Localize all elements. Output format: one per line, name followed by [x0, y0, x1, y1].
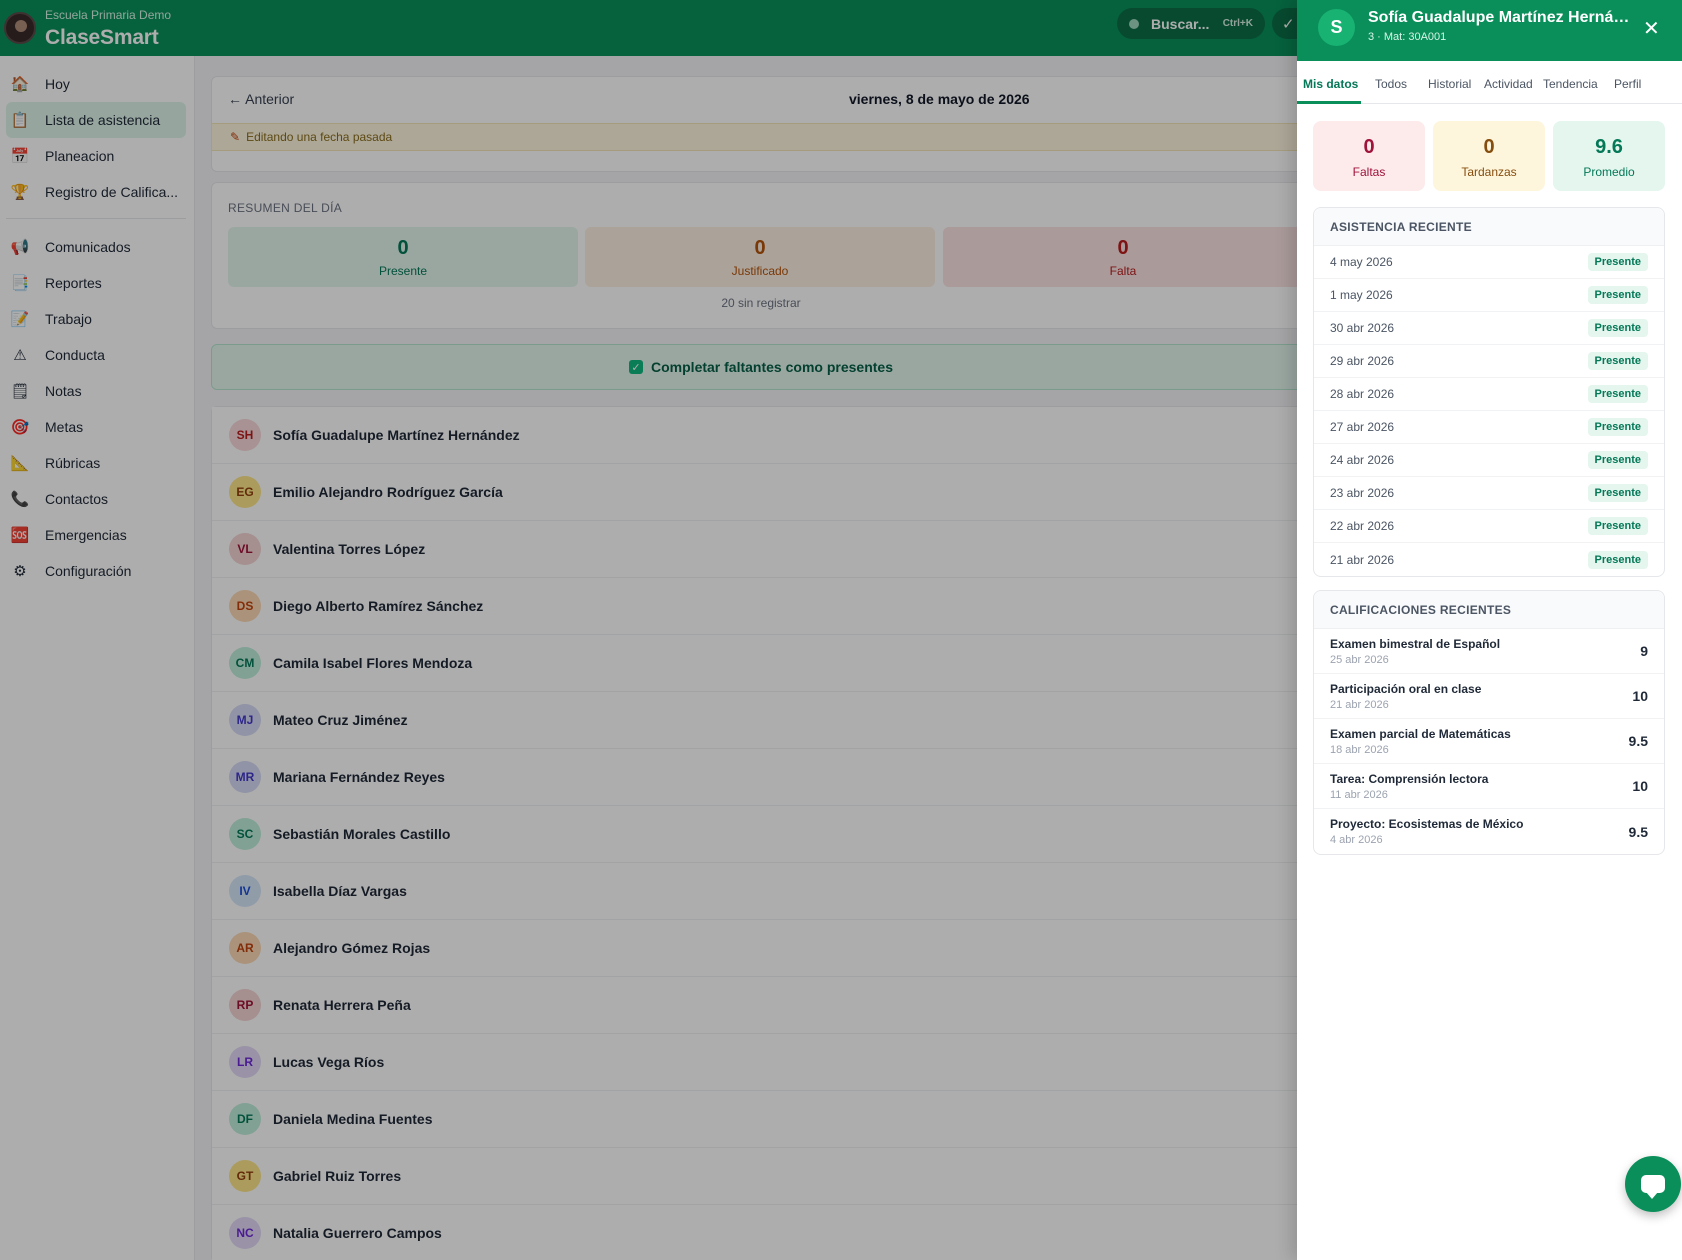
grade-row[interactable]: Participación oral en clase 21 abr 2026 10	[1314, 674, 1664, 719]
attendance-date: 29 abr 2026	[1330, 354, 1395, 368]
grade-score: 9.5	[1628, 823, 1648, 840]
tab-6[interactable]: Perfil	[1614, 77, 1641, 91]
attendance-date: 28 abr 2026	[1330, 387, 1395, 401]
drawer-header: S Sofía Guadalupe Martínez Hernández 3 ·…	[1297, 0, 1682, 61]
grade-date: 18 abr 2026	[1330, 743, 1389, 756]
status-badge: Presente	[1587, 517, 1648, 535]
tab-3[interactable]: Historial	[1428, 77, 1471, 91]
recent-grades-section: CALIFICACIONES RECIENTES Examen bimestra…	[1313, 590, 1665, 855]
recent-attendance-section: ASISTENCIA RECIENTE 4 may 2026 Presente 1 …	[1313, 207, 1665, 577]
grade-title: Tarea: Comprensión lectora	[1330, 771, 1489, 786]
grade-score: 9.5	[1628, 733, 1648, 749]
status-badge: Presente	[1587, 418, 1648, 436]
grade-title: Proyecto: Ecosistemas de México	[1330, 817, 1524, 831]
average-kpi: 9.6 Promedio	[1553, 121, 1665, 191]
close-icon[interactable]: ✕	[1643, 16, 1660, 41]
attendance-row: 21 abr 2026 Presente	[1314, 543, 1664, 576]
attendance-row: 29 abr 2026 Presente	[1314, 345, 1664, 378]
absences-kpi: 0 Faltas	[1313, 121, 1425, 191]
recent-grades-list: Examen bimestral de Español 25 abr 2026 9 P…	[1314, 629, 1664, 854]
tab-2[interactable]: Todos	[1375, 77, 1407, 91]
tardies-kpi: 0 Tardanzas	[1433, 121, 1545, 191]
grade-score: 10	[1632, 688, 1648, 704]
status-badge: Presente	[1587, 451, 1648, 469]
grade-date: 4 abr 2026	[1330, 834, 1383, 846]
attendance-row: 28 abr 2026 Presente	[1314, 378, 1664, 411]
grade-title: Examen parcial de Matemáticas	[1330, 726, 1511, 741]
status-badge: Presente	[1587, 286, 1648, 304]
attendance-date: 22 abr 2026	[1330, 519, 1395, 533]
tab-5[interactable]: Tendencia	[1543, 77, 1598, 91]
grade-info: Examen bimestral de Español 25 abr 2026	[1330, 637, 1500, 666]
status-badge: Presente	[1587, 253, 1648, 271]
grade-score: 9	[1640, 643, 1648, 659]
status-badge: Presente	[1587, 484, 1648, 502]
absences-value: 0	[1363, 136, 1375, 158]
status-badge: Presente	[1587, 550, 1648, 569]
attendance-date: 23 abr 2026	[1330, 486, 1395, 500]
grade-info: Tarea: Comprensión lectora 11 abr 2026	[1330, 772, 1488, 801]
attendance-date: 4 may 2026	[1330, 255, 1393, 269]
grade-row[interactable]: Examen bimestral de Español 25 abr 2026 9	[1314, 629, 1664, 674]
attendance-date: 30 abr 2026	[1330, 321, 1395, 335]
tab-1[interactable]: Mis datos	[1303, 77, 1358, 91]
grade-date: 11 abr 2026	[1330, 788, 1388, 801]
average-label: Promedio	[1583, 165, 1635, 179]
tab-4[interactable]: Actividad	[1484, 77, 1533, 91]
attendance-date: 27 abr 2026	[1330, 420, 1395, 434]
student-name: Sofía Guadalupe Martínez Hernández	[1368, 9, 1633, 26]
status-badge: Presente	[1587, 385, 1648, 403]
grade-info: Participación oral en clase 21 abr 2026	[1330, 682, 1481, 711]
kpi-row: 0 Faltas 0 Tardanzas 9.6 Promedio	[1297, 104, 1682, 191]
grade-title: Examen bimestral de Español	[1330, 636, 1501, 651]
status-badge: Presente	[1587, 352, 1648, 370]
student-subtitle: 3 · Mat: 30A001	[1368, 31, 1447, 43]
grade-row[interactable]: Proyecto: Ecosistemas de México 4 abr 202…	[1314, 809, 1664, 854]
student-detail-drawer: S Sofía Guadalupe Martínez Hernández 3 ·…	[1297, 0, 1682, 1260]
absences-label: Faltas	[1352, 165, 1386, 179]
recent-attendance-title: ASISTENCIA RECIENTE	[1314, 208, 1664, 246]
attendance-date: 21 abr 2026	[1330, 552, 1395, 567]
grade-info: Examen parcial de Matemáticas 18 abr 2026	[1330, 727, 1511, 756]
tardies-value: 0	[1483, 136, 1495, 158]
chat-icon	[1641, 1175, 1665, 1199]
grade-date: 21 abr 2026	[1330, 698, 1389, 711]
grade-date: 25 abr 2026	[1330, 653, 1389, 666]
recent-attendance-list: 4 may 2026 Presente 1 may 2026 Presente 30 a…	[1314, 246, 1664, 576]
average-value: 9.6	[1595, 136, 1623, 158]
drawer-tabs: Mis datos Todos Historial Actividad Tendenci…	[1297, 61, 1682, 104]
grade-row[interactable]: Examen parcial de Matemáticas 18 abr 2026…	[1314, 719, 1664, 764]
tardies-label: Tardanzas	[1461, 165, 1517, 179]
app-root: Escuela Primaria Demo ClaseSmart Buscar.…	[0, 0, 1682, 1260]
grade-info: Proyecto: Ecosistemas de México 4 abr 202…	[1330, 817, 1523, 846]
attendance-date: 24 abr 2026	[1330, 453, 1395, 467]
attendance-row: 1 may 2026 Presente	[1314, 279, 1664, 312]
attendance-row: 23 abr 2026 Presente	[1314, 477, 1664, 510]
status-badge: Presente	[1587, 319, 1648, 337]
chat-button[interactable]	[1625, 1156, 1681, 1212]
attendance-row: 4 may 2026 Presente	[1314, 246, 1664, 279]
attendance-date: 1 may 2026	[1330, 288, 1393, 302]
attendance-row: 27 abr 2026 Presente	[1314, 411, 1664, 444]
attendance-row: 22 abr 2026 Presente	[1314, 510, 1664, 543]
recent-grades-title: CALIFICACIONES RECIENTES	[1314, 591, 1664, 629]
attendance-row: 30 abr 2026 Presente	[1314, 312, 1664, 345]
attendance-row: 24 abr 2026 Presente	[1314, 444, 1664, 477]
student-avatar: S	[1318, 9, 1355, 46]
grade-title: Participación oral en clase	[1330, 681, 1482, 696]
grade-row[interactable]: Tarea: Comprensión lectora 11 abr 2026 10	[1314, 764, 1664, 809]
grade-score: 10	[1632, 778, 1648, 794]
